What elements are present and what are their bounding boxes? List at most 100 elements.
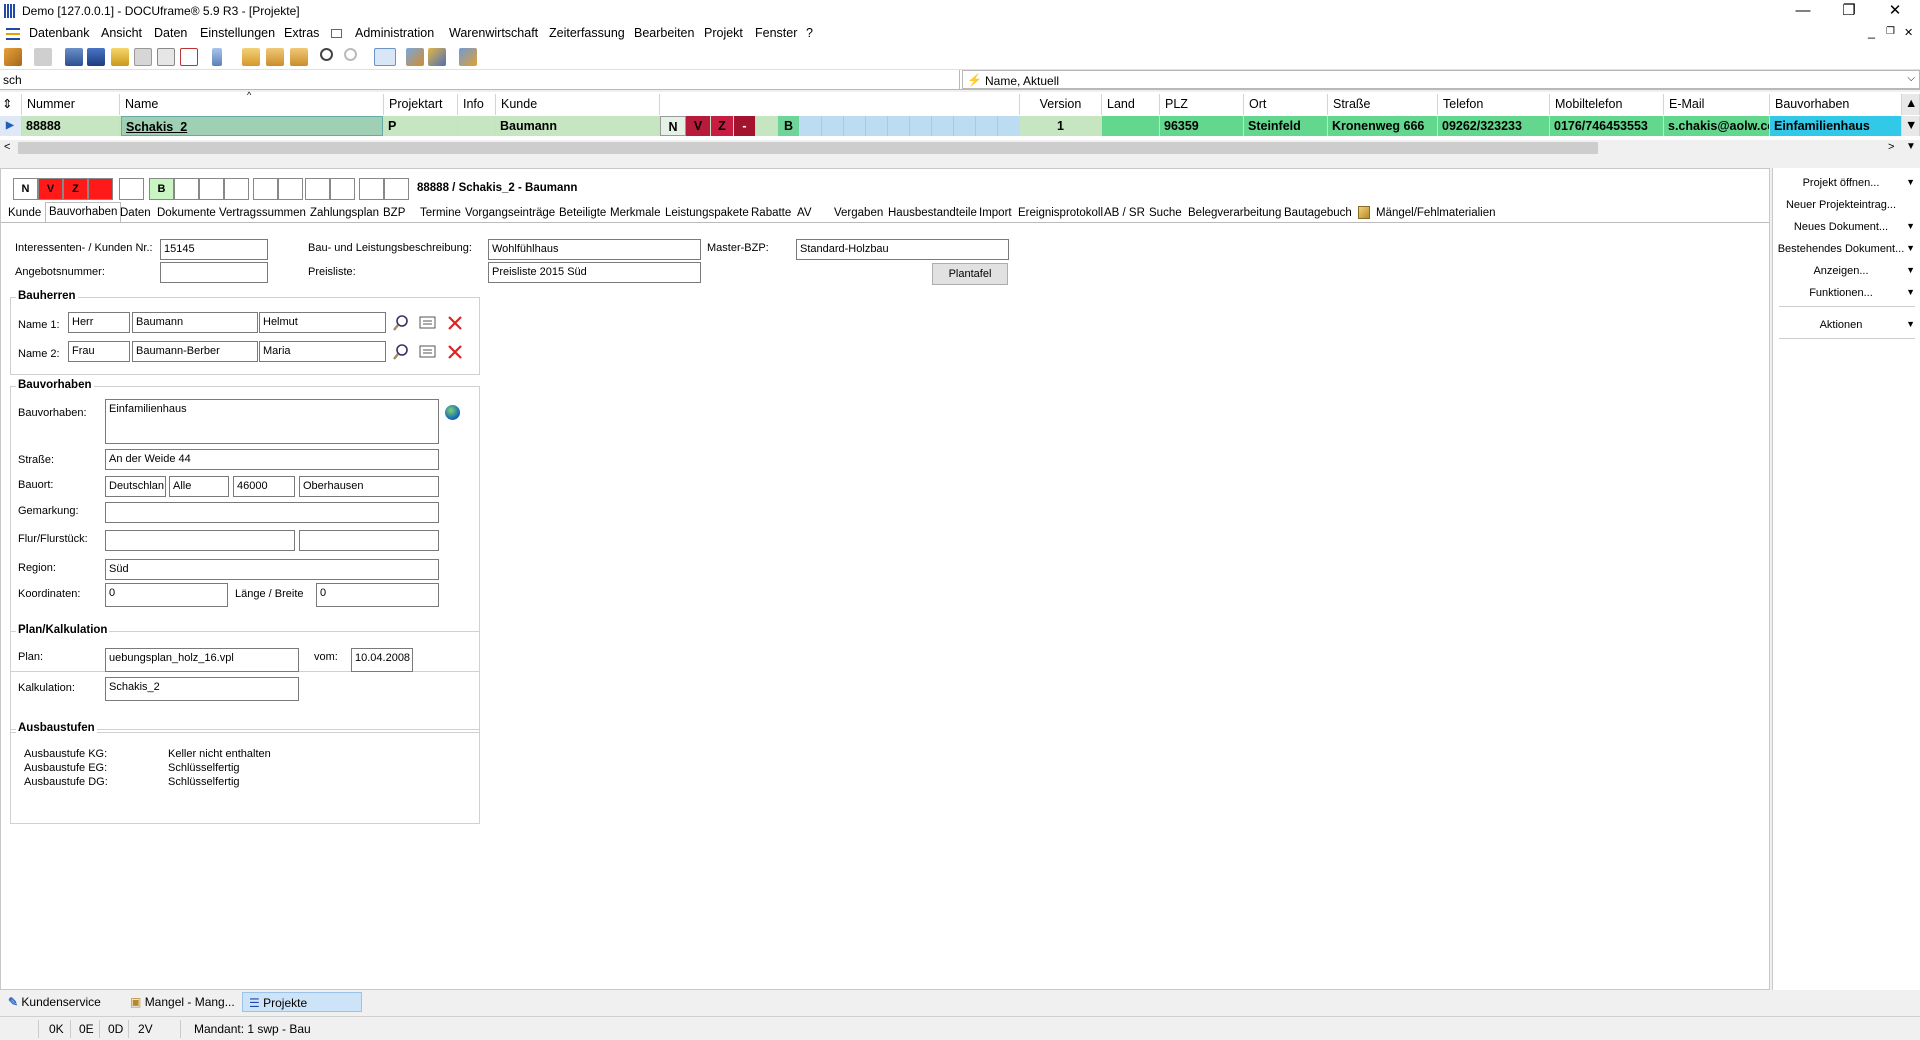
region-field[interactable]: Süd bbox=[105, 559, 439, 580]
strasse-field[interactable]: An der Weide 44 bbox=[105, 449, 439, 470]
tab-rabatte[interactable]: Rabatte bbox=[748, 204, 794, 222]
column-header-version[interactable]: Version bbox=[1020, 94, 1102, 115]
tab-daten[interactable]: Daten bbox=[117, 204, 154, 222]
folder-export-icon[interactable] bbox=[290, 48, 308, 66]
tab-bzp[interactable]: BZP bbox=[380, 204, 408, 222]
folder-icon[interactable] bbox=[266, 48, 284, 66]
flag-slot[interactable] bbox=[199, 178, 224, 200]
column-header-ort[interactable]: Ort bbox=[1244, 94, 1328, 115]
tab-vorgangseintraege[interactable]: Vorgangseinträge bbox=[462, 204, 558, 222]
column-header-info[interactable]: Info bbox=[458, 94, 496, 115]
cell-flag-b[interactable]: B bbox=[778, 116, 800, 136]
delete-icon[interactable] bbox=[446, 343, 464, 361]
column-header-plz[interactable]: PLZ bbox=[1160, 94, 1244, 115]
flur-field[interactable] bbox=[105, 530, 295, 551]
flag-slot[interactable] bbox=[253, 178, 278, 200]
menu-einstellungen[interactable]: Einstellungen bbox=[200, 26, 275, 40]
splitter[interactable] bbox=[0, 156, 1920, 168]
menu-bearbeiten[interactable]: Bearbeiten bbox=[634, 26, 694, 40]
neuer-projekteintrag-button[interactable]: Neuer Projekteintrag... bbox=[1773, 194, 1920, 216]
menu-administration[interactable]: Administration bbox=[355, 26, 434, 40]
address-card-icon[interactable] bbox=[419, 315, 437, 333]
cell-strasse[interactable]: Kronenweg 666 bbox=[1328, 116, 1438, 136]
flag-z[interactable]: Z bbox=[63, 178, 88, 200]
column-header-mobiltelefon[interactable]: Mobiltelefon bbox=[1550, 94, 1664, 115]
search-icon[interactable] bbox=[392, 314, 410, 332]
tab-vertragssummen[interactable]: Vertragssummen bbox=[216, 204, 309, 222]
scroll-down-button[interactable]: ▼ bbox=[1902, 116, 1920, 136]
neues-dokument-button[interactable]: Neues Dokument... ▼ bbox=[1773, 216, 1920, 238]
name1-anrede-field[interactable]: Herr bbox=[68, 312, 130, 333]
flag-slot[interactable] bbox=[224, 178, 249, 200]
search-input[interactable] bbox=[0, 70, 960, 89]
tab-av[interactable]: AV bbox=[794, 204, 815, 222]
flurstueck-field[interactable] bbox=[299, 530, 439, 551]
keyboard-icon[interactable] bbox=[331, 29, 342, 38]
folder-new-icon[interactable] bbox=[242, 48, 260, 66]
column-header-kunde[interactable]: Kunde bbox=[496, 94, 660, 115]
koordinaten-field[interactable]: 0 bbox=[105, 583, 228, 607]
view-toggle-icon[interactable] bbox=[374, 48, 396, 66]
scrollbar-thumb[interactable] bbox=[18, 142, 1598, 154]
column-header-nummer[interactable]: Nummer bbox=[22, 94, 120, 115]
flag-slot[interactable] bbox=[305, 178, 330, 200]
name1-nachname-field[interactable]: Baumann bbox=[132, 312, 258, 333]
transfer-icon[interactable] bbox=[428, 48, 446, 66]
column-header-bauvorhaben[interactable]: Bauvorhaben bbox=[1770, 94, 1902, 115]
tab-merkmale[interactable]: Merkmale bbox=[607, 204, 663, 222]
bauort-land-field[interactable]: Deutschlan bbox=[105, 476, 166, 497]
cell-bauvorhaben[interactable]: Einfamilienhaus bbox=[1770, 116, 1902, 136]
menu-fenster[interactable]: Fenster bbox=[755, 26, 797, 40]
laenge-breite-field[interactable]: 0 bbox=[316, 583, 439, 607]
note-icon[interactable] bbox=[111, 48, 129, 66]
grid-icon[interactable] bbox=[157, 48, 175, 66]
cell-projektart[interactable]: P bbox=[384, 116, 458, 136]
cell-flag-dash[interactable]: - bbox=[734, 116, 756, 136]
scroll-left-icon[interactable]: < bbox=[4, 141, 10, 153]
cell-flag-empty[interactable] bbox=[756, 116, 778, 136]
name2-nachname-field[interactable]: Baumann-Berber bbox=[132, 341, 258, 362]
card-icon[interactable] bbox=[65, 48, 83, 66]
tab-termine[interactable]: Termine bbox=[417, 204, 464, 222]
tab-belegverarbeitung[interactable]: Belegverarbeitung bbox=[1185, 204, 1284, 222]
tab-vergaben[interactable]: Vergaben bbox=[831, 204, 886, 222]
attach-icon[interactable] bbox=[134, 48, 152, 66]
menu-help[interactable]: ? bbox=[806, 26, 813, 40]
name2-vorname-field[interactable]: Maria bbox=[259, 341, 386, 362]
menu-extras[interactable]: Extras bbox=[284, 26, 319, 40]
tab-beteiligte[interactable]: Beteiligte bbox=[556, 204, 609, 222]
column-header-strasse[interactable]: Straße bbox=[1328, 94, 1438, 115]
menu-ansicht[interactable]: Ansicht bbox=[101, 26, 142, 40]
list-icon[interactable] bbox=[87, 48, 105, 66]
bauort-alle-field[interactable]: Alle bbox=[169, 476, 229, 497]
cell-land[interactable] bbox=[1102, 116, 1160, 136]
name1-vorname-field[interactable]: Helmut bbox=[259, 312, 386, 333]
window-tab-kundenservice[interactable]: ✎ Kundenservice bbox=[2, 992, 122, 1012]
tab-suche[interactable]: Suche bbox=[1146, 204, 1185, 222]
bauort-plz-field[interactable]: 46000 bbox=[233, 476, 295, 497]
cell-telefon[interactable]: 09262/323233 bbox=[1438, 116, 1550, 136]
menu-zeiterfassung[interactable]: Zeiterfassung bbox=[549, 26, 625, 40]
column-header-flags[interactable] bbox=[660, 94, 1020, 115]
column-header-name[interactable]: Name bbox=[120, 94, 384, 115]
flag-red[interactable] bbox=[88, 178, 113, 200]
column-header-land[interactable]: Land bbox=[1102, 94, 1160, 115]
cell-kunde[interactable]: Baumann bbox=[496, 116, 660, 136]
tab-kunde[interactable]: Kunde bbox=[5, 204, 44, 222]
plan-field[interactable]: uebungsplan_holz_16.vpl bbox=[105, 648, 299, 672]
sort-select[interactable]: ⚡ Name, Aktuell ⌵ bbox=[962, 70, 1920, 89]
tab-import[interactable]: Import bbox=[976, 204, 1015, 222]
cell-mobiltelefon[interactable]: 0176/746453553 bbox=[1550, 116, 1664, 136]
calendar-icon[interactable] bbox=[180, 48, 198, 66]
tab-leistungspakete[interactable]: Leistungspakete bbox=[662, 204, 752, 222]
column-header-projektart[interactable]: Projektart bbox=[384, 94, 458, 115]
delete-icon[interactable] bbox=[446, 314, 464, 332]
column-header-email[interactable]: E-Mail bbox=[1664, 94, 1770, 115]
mdi-restore-button[interactable]: ❐ bbox=[1886, 26, 1895, 37]
tab-bautagebuch[interactable]: Bautagebuch bbox=[1281, 204, 1355, 222]
menu-datenbank[interactable]: Datenbank bbox=[29, 26, 89, 40]
address-card-icon[interactable] bbox=[419, 344, 437, 362]
flag-slot[interactable] bbox=[359, 178, 384, 200]
flag-slot[interactable] bbox=[330, 178, 355, 200]
tab-zahlungsplan[interactable]: Zahlungsplan bbox=[307, 204, 382, 222]
